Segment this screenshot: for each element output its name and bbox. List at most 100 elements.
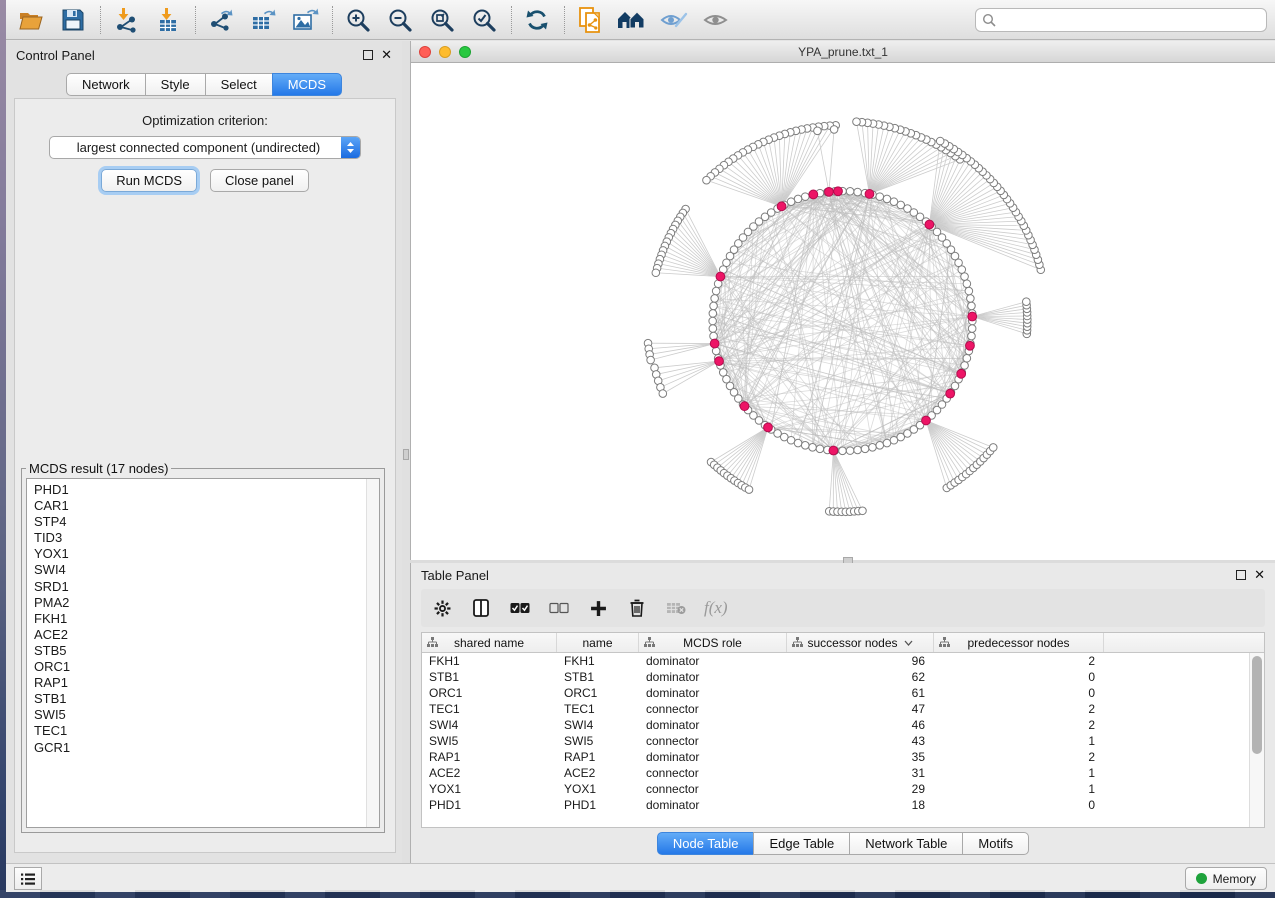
list-item[interactable]: GCR1 — [34, 740, 379, 756]
optimization-criterion-label: Optimization criterion: — [15, 113, 395, 128]
show-columns-icon[interactable] — [470, 597, 492, 619]
memory-label: Memory — [1213, 872, 1256, 886]
table-tabs: Node Table Edge Table Network Table Moti… — [411, 832, 1275, 855]
list-item[interactable]: PHD1 — [34, 482, 379, 498]
column-header-shared-name[interactable]: shared name — [422, 633, 557, 652]
import-table-icon[interactable] — [151, 4, 185, 36]
network-graph[interactable] — [411, 63, 1275, 560]
list-item[interactable]: STB1 — [34, 691, 379, 707]
import-network-icon[interactable] — [109, 4, 143, 36]
show-panels-button[interactable] — [14, 867, 42, 890]
tab-motifs[interactable]: Motifs — [962, 832, 1029, 855]
scrollbar-thumb[interactable] — [1252, 656, 1262, 754]
node-table: shared name name MCDS role successor nod… — [421, 632, 1265, 828]
hide-selected-icon[interactable] — [657, 4, 691, 36]
zoom-fit-icon[interactable] — [425, 4, 459, 36]
close-panel-button[interactable]: Close panel — [210, 169, 309, 192]
float-panel-icon[interactable] — [1236, 570, 1246, 580]
table-row[interactable]: ACE2ACE2connector311 — [422, 765, 1249, 781]
column-header-successor-nodes[interactable]: successor nodes — [787, 633, 934, 652]
list-item[interactable]: PMA2 — [34, 595, 379, 611]
search-input[interactable] — [1000, 13, 1260, 27]
list-item[interactable]: SRD1 — [34, 579, 379, 595]
refresh-icon[interactable] — [520, 4, 554, 36]
list-item[interactable]: TID3 — [34, 530, 379, 546]
add-row-icon[interactable] — [587, 597, 609, 619]
search-field[interactable] — [975, 8, 1267, 32]
toolbar-separator — [564, 6, 565, 34]
vertical-splitter[interactable] — [402, 41, 410, 863]
column-settings-icon[interactable] — [431, 597, 453, 619]
network-title: YPA_prune.txt_1 — [411, 45, 1275, 59]
table-row[interactable]: YOX1YOX1connector291 — [422, 781, 1249, 797]
network-canvas[interactable] — [411, 63, 1275, 560]
list-item[interactable]: STB5 — [34, 643, 379, 659]
list-scrollbar[interactable] — [366, 479, 379, 827]
deselect-all-icon[interactable] — [548, 597, 570, 619]
table-toolbar: f(x) — [421, 589, 1265, 627]
table-scrollbar[interactable] — [1249, 653, 1264, 827]
show-all-icon[interactable] — [699, 4, 733, 36]
toolbar-separator — [195, 6, 196, 34]
export-table-icon[interactable] — [246, 4, 280, 36]
column-header-name[interactable]: name — [557, 633, 639, 652]
table-row[interactable]: TEC1TEC1connector472 — [422, 701, 1249, 717]
first-neighbors-icon[interactable] — [615, 4, 649, 36]
zoom-out-icon[interactable] — [383, 4, 417, 36]
list-item[interactable]: YOX1 — [34, 546, 379, 562]
list-item[interactable]: ACE2 — [34, 627, 379, 643]
zoom-selected-icon[interactable] — [467, 4, 501, 36]
delete-row-icon[interactable] — [626, 597, 648, 619]
zoom-in-icon[interactable] — [341, 4, 375, 36]
list-item[interactable]: SWI5 — [34, 707, 379, 723]
close-panel-icon[interactable]: ✕ — [381, 50, 392, 60]
list-item[interactable]: STP4 — [34, 514, 379, 530]
tab-network[interactable]: Network — [66, 73, 146, 96]
list-item[interactable]: SWI4 — [34, 562, 379, 578]
export-image-icon[interactable] — [288, 4, 322, 36]
tab-node-table[interactable]: Node Table — [657, 832, 755, 855]
float-panel-icon[interactable] — [363, 50, 373, 60]
memory-status-icon — [1196, 873, 1207, 884]
table-row[interactable]: SWI4SWI4dominator462 — [422, 717, 1249, 733]
table-panel-title: Table Panel — [421, 568, 489, 583]
list-item[interactable]: FKH1 — [34, 611, 379, 627]
table-row[interactable]: SWI5SWI5connector431 — [422, 733, 1249, 749]
save-session-icon[interactable] — [56, 4, 90, 36]
table-row[interactable]: STB1STB1dominator620 — [422, 669, 1249, 685]
list-item[interactable]: CAR1 — [34, 498, 379, 514]
control-panel: Control Panel ✕ Network Style Select MCD… — [6, 41, 402, 863]
open-session-icon[interactable] — [14, 4, 48, 36]
sort-chevron-icon — [904, 640, 913, 646]
tab-select[interactable]: Select — [205, 73, 273, 96]
tab-edge-table[interactable]: Edge Table — [753, 832, 850, 855]
run-mcds-button[interactable]: Run MCDS — [101, 169, 197, 192]
table-panel: Table Panel ✕ — [410, 563, 1275, 863]
close-panel-icon[interactable]: ✕ — [1254, 570, 1265, 580]
tab-mcds[interactable]: MCDS — [272, 73, 342, 96]
mcds-result-title: MCDS result (17 nodes) — [26, 461, 171, 476]
table-row[interactable]: RAP1RAP1dominator352 — [422, 749, 1249, 765]
main-toolbar — [6, 0, 1275, 40]
list-item[interactable]: TEC1 — [34, 723, 379, 739]
duplicate-network-icon[interactable] — [573, 4, 607, 36]
list-item[interactable]: ORC1 — [34, 659, 379, 675]
mcds-panel: Optimization criterion: largest connecte… — [14, 98, 396, 853]
list-item[interactable]: RAP1 — [34, 675, 379, 691]
table-row[interactable]: PHD1PHD1dominator180 — [422, 797, 1249, 813]
status-bar: Memory — [6, 863, 1275, 892]
splitter-handle[interactable] — [403, 449, 409, 460]
criterion-value: largest connected component (undirected) — [50, 140, 341, 155]
export-network-icon[interactable] — [204, 4, 238, 36]
table-row[interactable]: FKH1FKH1dominator962 — [422, 653, 1249, 669]
criterion-dropdown[interactable]: largest connected component (undirected) — [49, 136, 361, 159]
column-header-predecessor-nodes[interactable]: predecessor nodes — [934, 633, 1104, 652]
tab-network-table[interactable]: Network Table — [849, 832, 963, 855]
memory-button[interactable]: Memory — [1185, 867, 1267, 890]
mcds-result-list[interactable]: PHD1 CAR1 STP4 TID3 YOX1 SWI4 SRD1 PMA2 … — [26, 478, 380, 828]
table-row[interactable]: ORC1ORC1dominator610 — [422, 685, 1249, 701]
column-header-mcds-role[interactable]: MCDS role — [639, 633, 787, 652]
select-all-icon[interactable] — [509, 597, 531, 619]
tab-style[interactable]: Style — [145, 73, 206, 96]
network-titlebar[interactable]: YPA_prune.txt_1 — [411, 41, 1275, 63]
